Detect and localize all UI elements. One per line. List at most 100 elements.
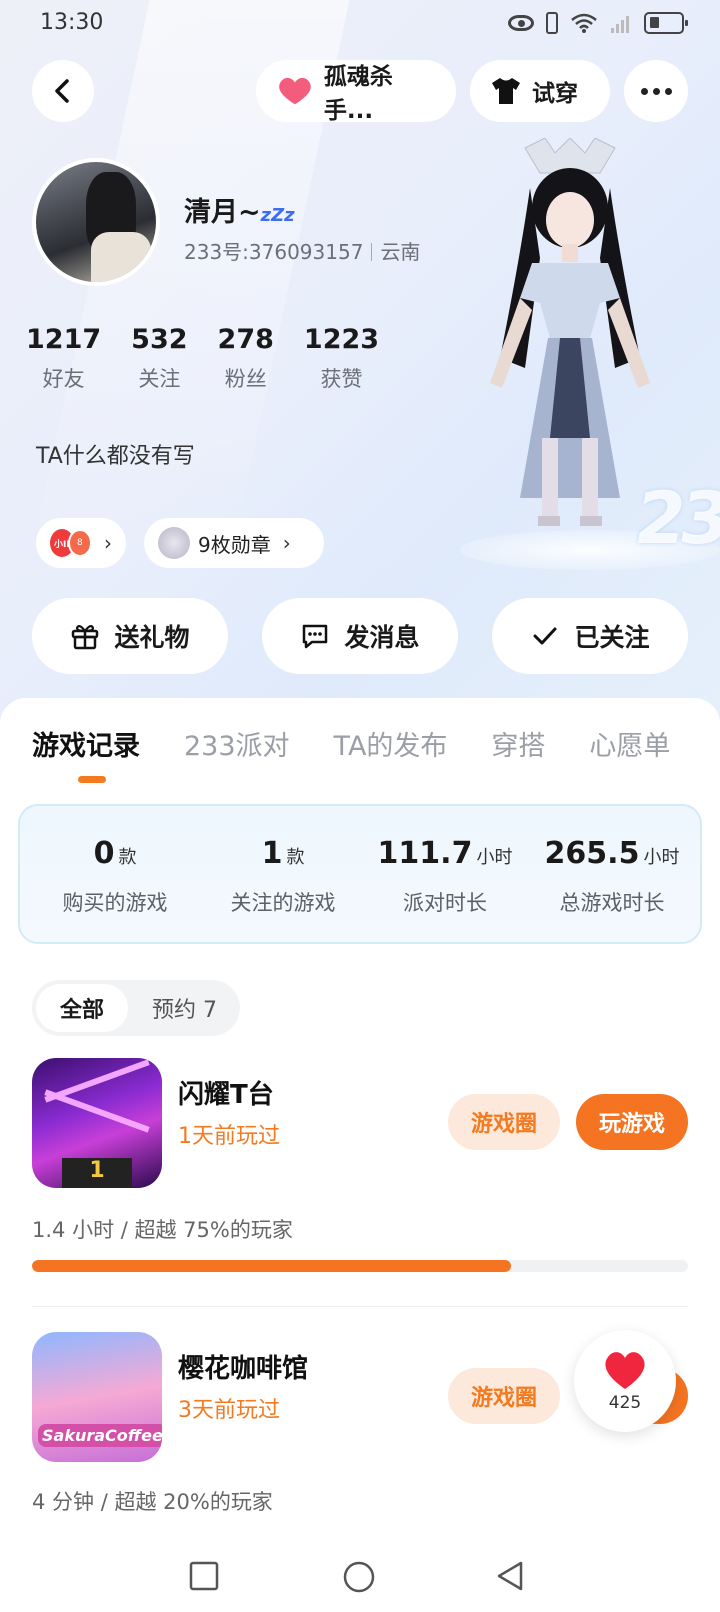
game-play-stat: 4 分钟 / 超越 20%的玩家: [32, 1490, 273, 1514]
tab-active-indicator: [78, 776, 106, 783]
like-floating-button[interactable]: 425: [574, 1330, 676, 1432]
chevron-left-icon: [55, 79, 69, 103]
more-button[interactable]: [624, 60, 688, 122]
profile-stats: 1217 好友 532 关注 278 粉丝 1223 获赞: [26, 324, 409, 393]
uid-line: 233号:376093157 云南: [184, 236, 420, 265]
game-play-stat: 1.4 小时 / 超越 75%的玩家: [32, 1218, 293, 1242]
chevron-right-icon: ›: [282, 531, 291, 555]
fan-group-chip[interactable]: 小II 8 ›: [36, 518, 126, 568]
status-bar: 13:30: [0, 0, 720, 48]
recent-apps-icon[interactable]: [188, 1560, 220, 1592]
profile-tabs: 游戏记录 233派对 TA的发布 穿搭 心愿单: [32, 724, 714, 763]
stat-value: 1223: [303, 324, 380, 355]
medal-icon: [158, 527, 190, 559]
avatar[interactable]: [32, 158, 160, 286]
sleep-emoji-icon: zZz: [260, 205, 295, 226]
icon-decoration: [44, 1089, 150, 1133]
message-icon: [303, 624, 328, 649]
stat-purchased-games: 0款 购买的游戏: [40, 836, 190, 917]
like-count: 425: [608, 1393, 642, 1413]
tab-game-records[interactable]: 游戏记录: [32, 724, 140, 763]
stat-label: 好友: [42, 367, 85, 391]
stat-value: 265.5 小时: [544, 836, 680, 871]
game-stats-panel: 0款 购买的游戏 1款 关注的游戏 111.7 小时 派对时长 265.5 小时 总…: [18, 804, 702, 944]
stat-followed-games: 1款 关注的游戏: [208, 836, 358, 917]
uid-divider: [371, 243, 373, 261]
heart-icon: [279, 77, 311, 105]
signal-icon: [611, 16, 629, 33]
stat-value: 0款: [93, 836, 137, 871]
chevron-right-icon: ›: [104, 531, 112, 555]
fan-badge-icon: 8: [67, 529, 92, 557]
filter-preorder[interactable]: 预约 7: [152, 992, 217, 1024]
medal-count: 9枚勋章: [198, 532, 271, 557]
heart-icon: [605, 1352, 645, 1389]
guardian-button[interactable]: 孤魂杀手...: [256, 60, 456, 124]
followed-label: 已关注: [574, 623, 650, 652]
tab-party[interactable]: 233派对: [184, 724, 290, 763]
send-message-button[interactable]: 发消息: [262, 598, 458, 674]
back-triangle-icon[interactable]: [494, 1560, 526, 1592]
wifi-icon: [571, 13, 597, 33]
more-dot-icon: [664, 87, 672, 95]
stat-party-time: 111.7 小时 派对时长: [370, 836, 520, 917]
stat-value: 532: [131, 324, 188, 355]
stat-label: 购买的游戏: [62, 891, 168, 915]
stat-fans[interactable]: 278 粉丝: [218, 324, 274, 393]
icon-logo: SakuraCoffee: [38, 1424, 162, 1447]
stat-value: 111.7 小时: [377, 836, 513, 871]
game-icon-shining-runway[interactable]: 1: [32, 1058, 162, 1188]
tab-outfits[interactable]: 穿搭: [491, 724, 545, 763]
game-last-played: 1天前玩过: [178, 1124, 280, 1149]
system-nav-bar: [0, 1540, 720, 1612]
stat-label: 总游戏时长: [559, 891, 665, 915]
play-game-button[interactable]: 玩游戏: [576, 1094, 688, 1150]
send-gift-button[interactable]: 送礼物: [32, 598, 228, 674]
game-name[interactable]: 闪耀T台: [178, 1074, 274, 1111]
game-progress-fill: [32, 1260, 511, 1272]
game-progress-track: [32, 1260, 688, 1272]
followed-button[interactable]: 已关注: [492, 598, 688, 674]
username-text: 清月~: [184, 197, 261, 228]
filter-all[interactable]: 全部: [36, 984, 128, 1032]
guardian-label: 孤魂杀手...: [323, 64, 393, 124]
eye-icon: [508, 15, 534, 31]
gift-icon: [72, 624, 99, 650]
vibrate-icon: [546, 12, 558, 34]
game-circle-button[interactable]: 游戏圈: [448, 1094, 560, 1150]
game-last-played: 3天前玩过: [178, 1398, 280, 1423]
stat-label: 关注的游戏: [230, 891, 336, 915]
tab-posts[interactable]: TA的发布: [334, 724, 448, 763]
icon-podium: 1: [62, 1158, 132, 1188]
stat-likes[interactable]: 1223 获赞: [304, 324, 379, 393]
try-on-button[interactable]: 试穿: [470, 60, 610, 122]
user-id: 233号:376093157: [184, 240, 364, 264]
avatar-photo-body: [91, 232, 151, 282]
send-gift-label: 送礼物: [114, 623, 190, 652]
list-divider: [32, 1306, 688, 1307]
stat-value: 1款: [261, 836, 305, 871]
check-icon: [533, 627, 557, 645]
stat-value: 1217: [26, 324, 102, 355]
medal-chip[interactable]: 9枚勋章 ›: [144, 518, 324, 568]
stat-friends[interactable]: 1217 好友: [26, 324, 101, 393]
battery-icon: [644, 12, 688, 34]
game-icon-sakura-coffee[interactable]: SakuraCoffee: [32, 1332, 162, 1462]
tshirt-icon: [492, 78, 520, 104]
more-dot-icon: [640, 87, 648, 95]
bio-text: TA什么都没有写: [36, 444, 195, 469]
username: 清月~zZz: [184, 190, 295, 229]
avatar-3d-character[interactable]: [470, 138, 670, 558]
stat-total-play-time: 265.5 小时 总游戏时长: [532, 836, 692, 917]
back-button[interactable]: [32, 60, 94, 122]
stat-following[interactable]: 532 关注: [131, 324, 187, 393]
tab-wishlist[interactable]: 心愿单: [589, 724, 670, 763]
stat-label: 粉丝: [224, 367, 267, 391]
send-message-label: 发消息: [344, 623, 420, 652]
game-name[interactable]: 樱花咖啡馆: [178, 1348, 308, 1385]
home-icon[interactable]: [342, 1560, 376, 1594]
status-icons: [508, 12, 688, 34]
game-circle-button[interactable]: 游戏圈: [448, 1368, 560, 1424]
stat-label: 派对时长: [403, 891, 487, 915]
status-time: 13:30: [40, 10, 104, 35]
